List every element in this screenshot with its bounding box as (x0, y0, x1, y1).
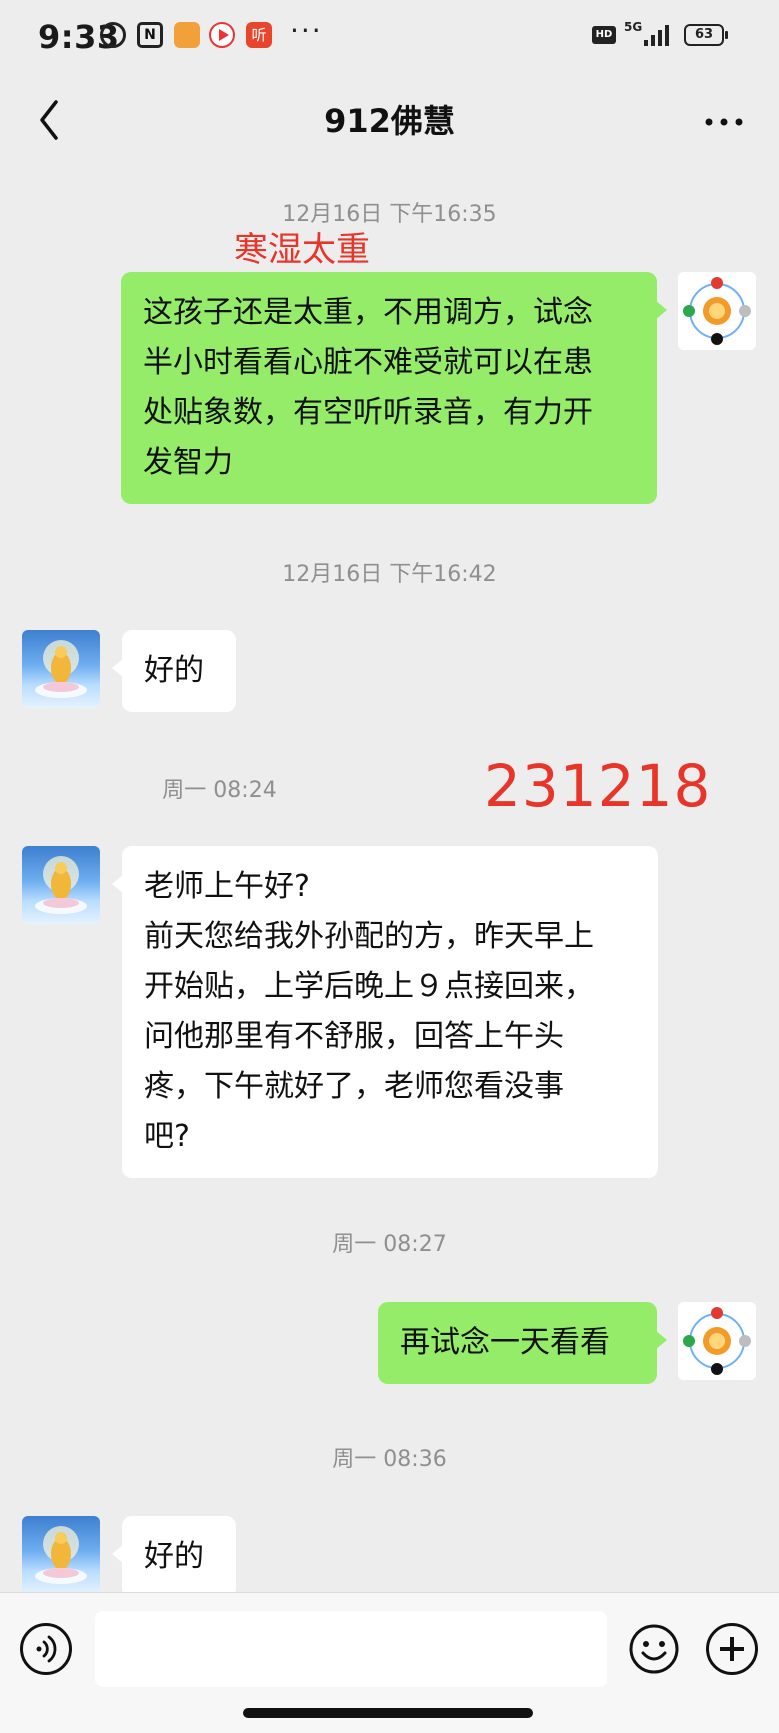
signal-icon (644, 24, 674, 46)
message-timestamp: 周一 08:36 (332, 1447, 447, 1472)
network-type: 5G (624, 20, 643, 34)
my-avatar[interactable] (678, 1302, 756, 1380)
annotation-red-label: 寒湿太重 (234, 230, 370, 270)
chat-title: 912佛慧 (324, 102, 455, 140)
emoji-button[interactable] (628, 1623, 680, 1675)
contact-avatar[interactable] (22, 630, 100, 708)
listen-app-icon: 听 (246, 22, 272, 48)
buddha-avatar-icon (35, 1526, 87, 1584)
annotation-date-label: 231218 (484, 752, 712, 820)
diagram-avatar-icon (678, 1302, 756, 1380)
hd-badge: HD (592, 26, 616, 44)
status-bar: 9:33 N 听 ··· HD 5G 63 (0, 0, 779, 76)
app-notification-icon (174, 22, 200, 48)
message-timestamp: 周一 08:27 (332, 1232, 447, 1257)
contact-message-bubble[interactable]: 老师上午好? 前天您给我外孙配的方，昨天早上 开始贴，上学后晚上９点接回来， 问… (112, 846, 658, 1178)
message-text: 好的 (144, 1539, 204, 1574)
my-message-bubble[interactable]: 这孩子还是太重，不用调方，试念 半小时看看心脏不难受就可以在患 处贴象数，有空听… (121, 272, 667, 504)
message-text: 再试念一天看看 (400, 1325, 610, 1360)
message-input[interactable] (95, 1611, 607, 1687)
emoji-icon (629, 1624, 679, 1674)
diagram-avatar-icon (678, 272, 756, 350)
chat-header: 912佛慧 (0, 76, 779, 176)
my-avatar[interactable] (678, 272, 756, 350)
contact-message-bubble[interactable]: 好的 (112, 630, 236, 712)
more-button[interactable] (697, 102, 751, 142)
my-message-bubble[interactable]: 再试念一天看看 (378, 1302, 667, 1384)
more-icon (705, 118, 743, 126)
home-indicator[interactable] (243, 1708, 533, 1718)
voice-icon (36, 1635, 57, 1663)
message-text: 老师上午好? 前天您给我外孙配的方，昨天早上 开始贴，上学后晚上９点接回来， 问… (144, 869, 594, 1154)
message-text: 这孩子还是太重，不用调方，试念 半小时看看心脏不难受就可以在患 处贴象数，有空听… (143, 295, 593, 480)
alarm-icon (100, 22, 126, 48)
voice-button[interactable] (20, 1623, 72, 1675)
contact-avatar[interactable] (22, 1516, 100, 1594)
video-app-icon (209, 22, 235, 48)
battery-icon: 63 (684, 24, 728, 46)
plus-button[interactable] (706, 1623, 758, 1675)
message-timestamp: 12月16日 下午16:42 (282, 562, 497, 587)
buddha-avatar-icon (35, 856, 87, 914)
buddha-avatar-icon (35, 640, 87, 698)
more-notifications-icon: ··· (290, 14, 323, 47)
message-text: 好的 (144, 653, 204, 688)
nfc-icon: N (137, 22, 163, 48)
contact-message-bubble[interactable]: 好的 (112, 1516, 236, 1598)
contact-avatar[interactable] (22, 846, 100, 924)
message-timestamp: 12月16日 下午16:35 (282, 202, 497, 227)
